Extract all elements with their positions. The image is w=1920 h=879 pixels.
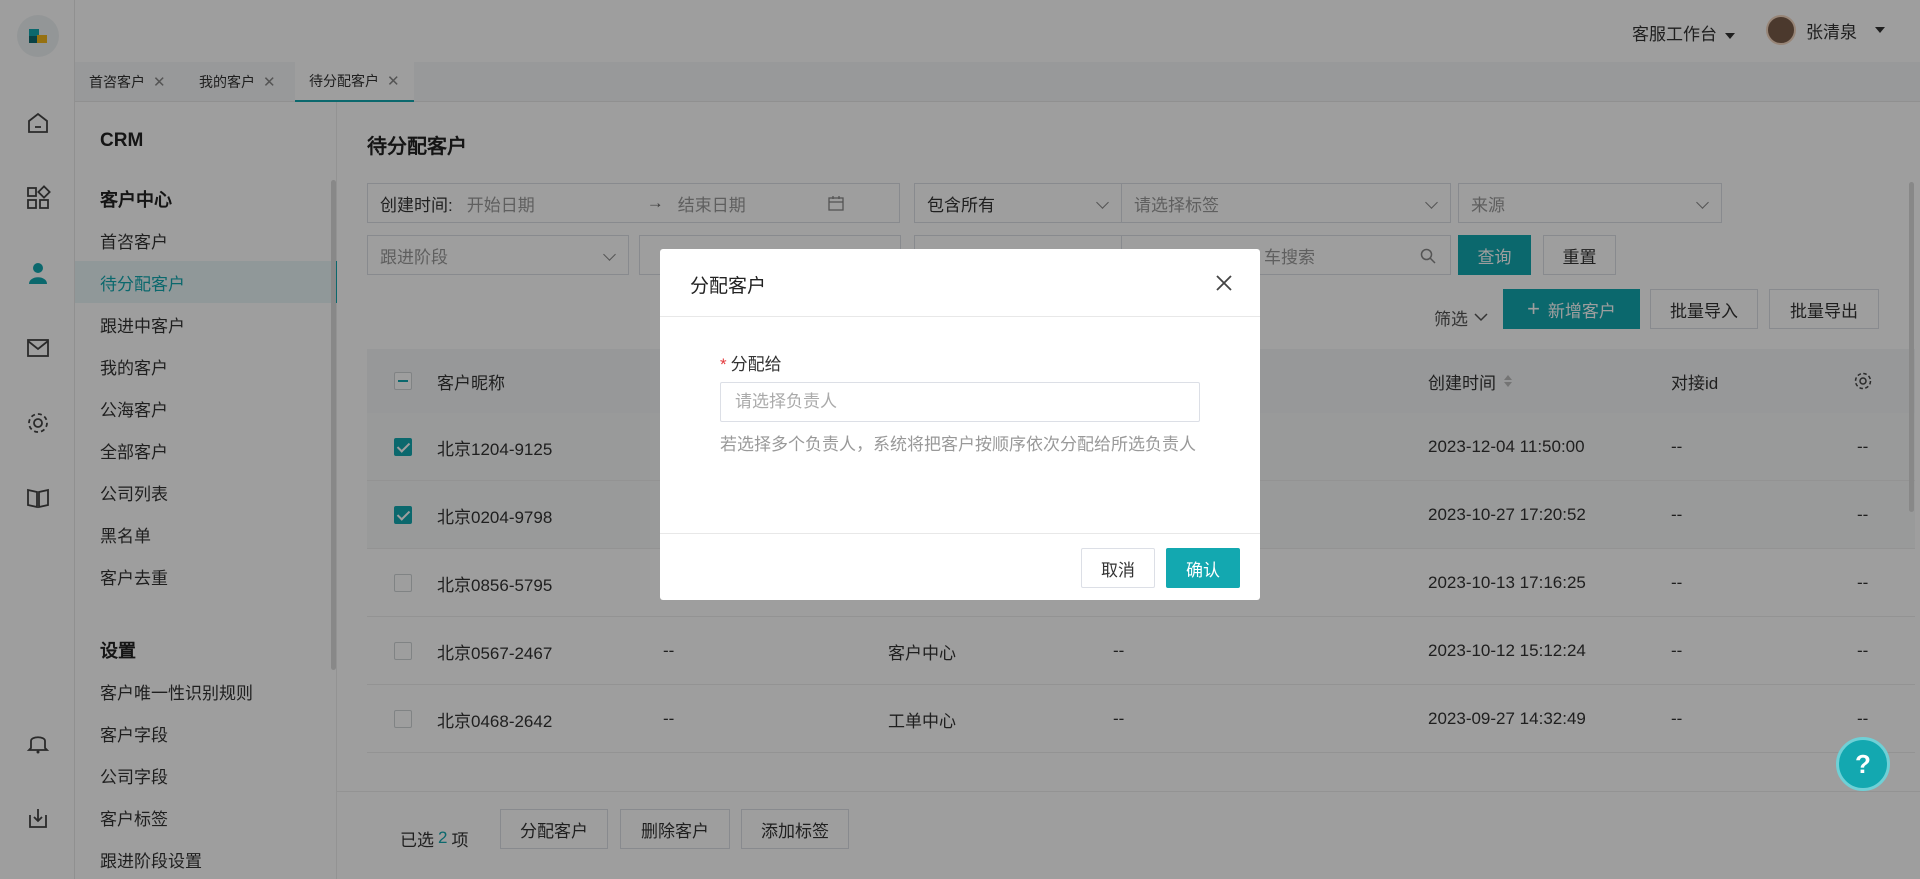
assign-hint: 若选择多个负责人，系统将把客户按顺序依次分配给所选负责人 <box>720 435 1196 454</box>
dialog-title: 分配客户 <box>690 276 767 297</box>
confirm-button[interactable]: 确认 <box>1166 548 1240 588</box>
help-icon: ? <box>1855 748 1871 779</box>
assign-to-label: * 分配给 <box>720 350 782 375</box>
divider <box>660 533 1260 534</box>
help-button[interactable]: ? <box>1836 737 1890 791</box>
divider <box>660 316 1260 317</box>
assign-customer-dialog: 分配客户 *分配给 若选择多个负责人，系统将把客户按顺序依次分配给所选负责人 取… <box>660 249 1260 600</box>
assign-to-text: 分配给 <box>730 355 782 374</box>
assignee-select[interactable] <box>720 382 1200 422</box>
cancel-button[interactable]: 取消 <box>1081 548 1155 588</box>
required-mark: * <box>720 355 727 374</box>
close-icon[interactable] <box>1214 273 1234 293</box>
